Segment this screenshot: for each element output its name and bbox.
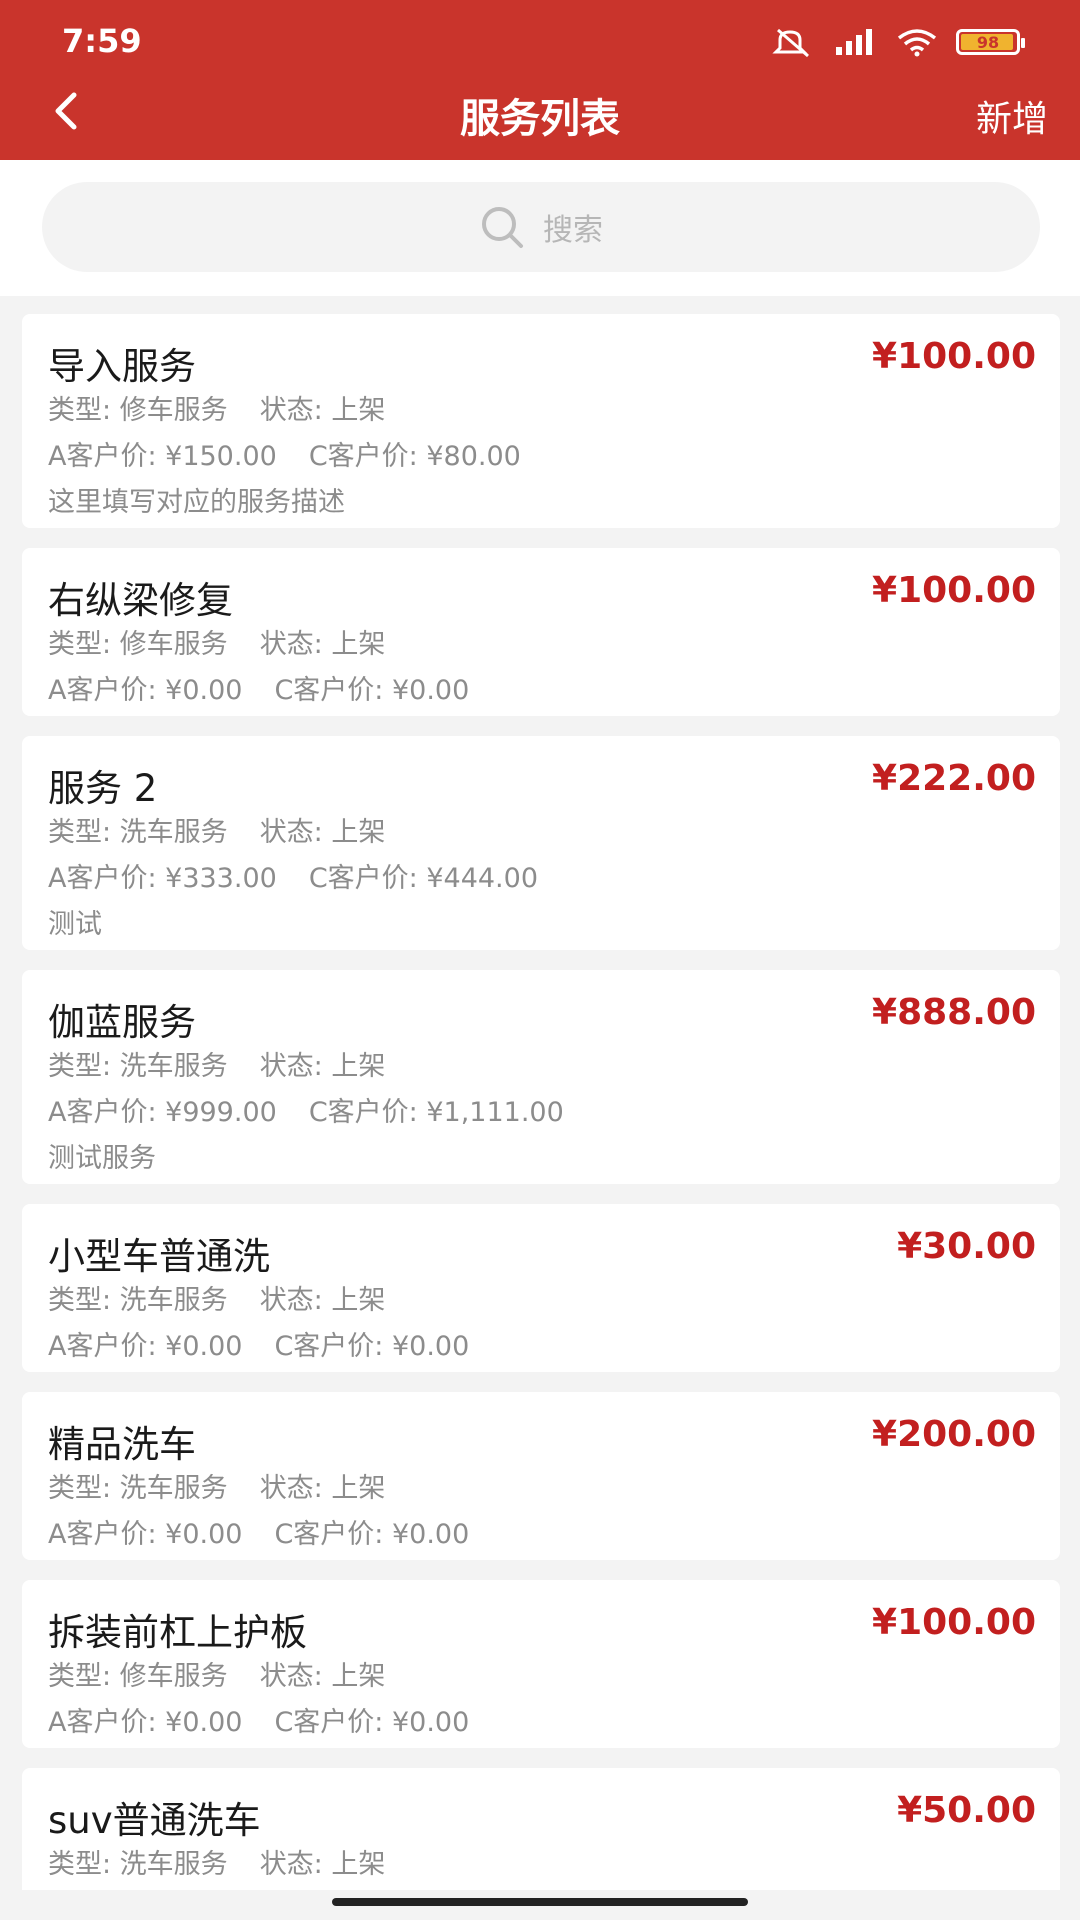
service-name: 服务 2 xyxy=(48,767,158,810)
service-type-status: 类型: 洗车服务 状态: 上架 xyxy=(48,810,385,849)
c-customer-price: C客户价: ¥0.00 xyxy=(274,1519,470,1550)
c-customer-price: C客户价: ¥0.00 xyxy=(274,675,470,706)
service-card[interactable]: 服务 2 ¥222.00 类型: 洗车服务 状态: 上架 A客户价: ¥333.0… xyxy=(22,736,1060,950)
service-prices: A客户价: ¥999.00 C客户价: ¥1,111.00 xyxy=(48,1090,564,1129)
signal-icon xyxy=(836,29,872,55)
service-type-status: 类型: 洗车服务 状态: 上架 xyxy=(48,1842,385,1881)
service-price: ¥100.00 xyxy=(872,336,1036,377)
service-price: ¥222.00 xyxy=(872,758,1036,799)
service-name: 伽蓝服务 xyxy=(48,1001,196,1044)
service-prices: A客户价: ¥150.00 C客户价: ¥80.00 xyxy=(48,434,521,473)
service-price: ¥30.00 xyxy=(897,1226,1036,1267)
service-price: ¥200.00 xyxy=(872,1414,1036,1455)
a-customer-price: A客户价: ¥0.00 xyxy=(48,1331,243,1362)
service-price: ¥100.00 xyxy=(872,1602,1036,1643)
a-customer-price: A客户价: ¥0.00 xyxy=(48,1707,243,1738)
service-description: 这里填写对应的服务描述 xyxy=(48,487,345,518)
service-name: 右纵梁修复 xyxy=(48,579,233,622)
battery-level: 98 xyxy=(976,32,1000,52)
a-customer-price: A客户价: ¥0.00 xyxy=(48,675,243,706)
search-placeholder: 搜索 xyxy=(543,213,603,248)
service-card[interactable]: 精品洗车 ¥200.00 类型: 洗车服务 状态: 上架 A客户价: ¥0.00 C… xyxy=(22,1392,1060,1560)
service-status: 状态: 上架 xyxy=(259,629,386,660)
status-icons: 98 xyxy=(772,24,1025,60)
service-prices: A客户价: ¥0.00 C客户价: ¥0.00 xyxy=(48,1324,469,1363)
service-status: 状态: 上架 xyxy=(259,1051,386,1082)
service-card[interactable]: 小型车普通洗 ¥30.00 类型: 洗车服务 状态: 上架 A客户价: ¥0.00… xyxy=(22,1204,1060,1372)
wifi-icon xyxy=(897,29,937,57)
service-price: ¥888.00 xyxy=(872,992,1036,1033)
service-card[interactable]: suv普通洗车 ¥50.00 类型: 洗车服务 状态: 上架 xyxy=(22,1768,1060,1890)
service-type: 类型: 修车服务 xyxy=(48,395,228,426)
a-customer-price: A客户价: ¥150.00 xyxy=(48,441,277,472)
battery-icon: 98 xyxy=(956,29,1025,55)
service-prices: A客户价: ¥0.00 C客户价: ¥0.00 xyxy=(48,668,469,707)
service-type: 类型: 洗车服务 xyxy=(48,1051,228,1082)
service-prices: A客户价: ¥0.00 C客户价: ¥0.00 xyxy=(48,1700,469,1739)
service-status: 状态: 上架 xyxy=(259,1849,386,1880)
service-type: 类型: 洗车服务 xyxy=(48,817,228,848)
service-type-status: 类型: 洗车服务 状态: 上架 xyxy=(48,1278,385,1317)
service-description: 测试 xyxy=(48,909,102,940)
c-customer-price: C客户价: ¥444.00 xyxy=(308,863,538,894)
a-customer-price: A客户价: ¥333.00 xyxy=(48,863,277,894)
service-type-status: 类型: 修车服务 状态: 上架 xyxy=(48,1654,385,1693)
service-type: 类型: 洗车服务 xyxy=(48,1849,228,1880)
service-name: 精品洗车 xyxy=(48,1423,196,1466)
service-type: 类型: 洗车服务 xyxy=(48,1473,228,1504)
header-bar: 7:59 98 服务列表 新增 xyxy=(0,0,1080,160)
page-title: 服务列表 xyxy=(460,96,620,142)
service-status: 状态: 上架 xyxy=(259,1285,386,1316)
service-status: 状态: 上架 xyxy=(259,1473,386,1504)
service-prices: A客户价: ¥0.00 C客户价: ¥0.00 xyxy=(48,1512,469,1551)
service-name: suv普通洗车 xyxy=(48,1799,261,1842)
service-name: 拆装前杠上护板 xyxy=(48,1611,307,1654)
service-prices: A客户价: ¥333.00 C客户价: ¥444.00 xyxy=(48,856,538,895)
c-customer-price: C客户价: ¥1,111.00 xyxy=(308,1097,564,1128)
service-name: 导入服务 xyxy=(48,345,196,388)
search-input[interactable]: 搜索 xyxy=(42,182,1040,272)
service-status: 状态: 上架 xyxy=(259,1661,386,1692)
service-type-status: 类型: 修车服务 状态: 上架 xyxy=(48,388,385,427)
service-type-status: 类型: 修车服务 状态: 上架 xyxy=(48,622,385,661)
service-price: ¥100.00 xyxy=(872,570,1036,611)
add-button[interactable]: 新增 xyxy=(976,90,1048,142)
service-status: 状态: 上架 xyxy=(259,817,386,848)
home-indicator[interactable] xyxy=(332,1898,748,1906)
search-icon xyxy=(482,207,523,248)
service-card[interactable]: 伽蓝服务 ¥888.00 类型: 洗车服务 状态: 上架 A客户价: ¥999.0… xyxy=(22,970,1060,1184)
service-type: 类型: 修车服务 xyxy=(48,629,228,660)
service-type: 类型: 洗车服务 xyxy=(48,1285,228,1316)
service-status: 状态: 上架 xyxy=(259,395,386,426)
service-type-status: 类型: 洗车服务 状态: 上架 xyxy=(48,1044,385,1083)
c-customer-price: C客户价: ¥0.00 xyxy=(274,1331,470,1362)
mute-icon xyxy=(772,28,809,58)
service-card[interactable]: 导入服务 ¥100.00 类型: 修车服务 状态: 上架 A客户价: ¥150.0… xyxy=(22,314,1060,528)
service-card[interactable]: 拆装前杠上护板 ¥100.00 类型: 修车服务 状态: 上架 A客户价: ¥0.… xyxy=(22,1580,1060,1748)
service-card[interactable]: 右纵梁修复 ¥100.00 类型: 修车服务 状态: 上架 A客户价: ¥0.00… xyxy=(22,548,1060,716)
c-customer-price: C客户价: ¥80.00 xyxy=(308,441,521,472)
a-customer-price: A客户价: ¥999.00 xyxy=(48,1097,277,1128)
service-type-status: 类型: 洗车服务 状态: 上架 xyxy=(48,1466,385,1505)
a-customer-price: A客户价: ¥0.00 xyxy=(48,1519,243,1550)
c-customer-price: C客户价: ¥0.00 xyxy=(274,1707,470,1738)
search-area: 搜索 xyxy=(0,160,1080,296)
service-price: ¥50.00 xyxy=(897,1790,1036,1831)
service-type: 类型: 修车服务 xyxy=(48,1661,228,1692)
service-name: 小型车普通洗 xyxy=(48,1235,270,1278)
service-description: 测试服务 xyxy=(48,1143,156,1174)
status-time: 7:59 xyxy=(62,22,142,60)
